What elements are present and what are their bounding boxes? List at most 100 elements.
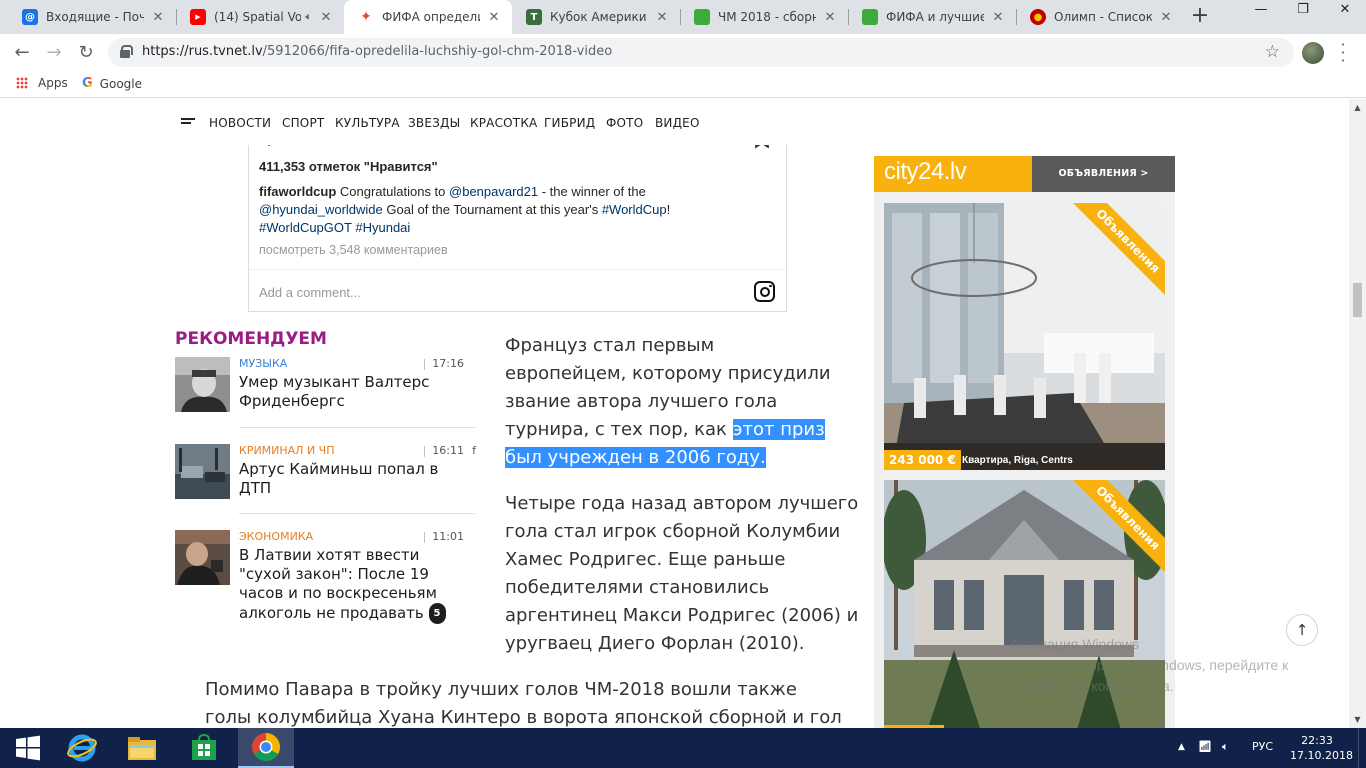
instagram-caption: fifaworldcup Congratulations to @benpava… — [259, 183, 719, 237]
green-square-icon — [862, 9, 878, 25]
category-label[interactable]: ЭКОНОМИКА — [239, 530, 313, 543]
hamburger-menu-icon[interactable] — [181, 118, 195, 127]
bookmark-label: Google — [99, 76, 142, 91]
new-tab-button[interactable]: + — [1188, 4, 1212, 28]
tab-mail[interactable]: @ Входящие - Почта ✕ — [8, 0, 176, 34]
at-icon: @ — [22, 9, 38, 25]
language-indicator[interactable]: РУС — [1252, 740, 1273, 753]
tab-fifa-best[interactable]: ФИФА и лучшие го ✕ — [848, 0, 1016, 34]
scroll-up-arrow-icon[interactable]: ▲ — [1353, 103, 1362, 112]
store-icon[interactable] — [176, 728, 232, 768]
bookmark-star-icon[interactable]: ☆ — [1265, 42, 1280, 62]
file-explorer-icon[interactable] — [114, 728, 170, 768]
tab-olymp[interactable]: ● Олимп - Список с ✕ — [1016, 0, 1184, 34]
instagram-icon[interactable] — [754, 281, 775, 302]
thumbnail-image[interactable] — [175, 444, 230, 499]
category-label[interactable]: КРИМИНАЛ И ЧП — [239, 444, 335, 457]
bookmark-apps[interactable]: Apps — [16, 76, 68, 90]
tvnet-icon: ✦ — [360, 9, 372, 25]
tab-copa[interactable]: T Кубок Америки 20 ✕ — [512, 0, 680, 34]
divider — [239, 427, 475, 428]
restore-button[interactable]: ❐ — [1282, 0, 1324, 22]
windows-logo-icon — [16, 735, 40, 761]
nav-stars[interactable]: ЗВЕЗДЫ — [408, 116, 460, 130]
tab-wc2018[interactable]: ЧМ 2018 - сборна ✕ — [680, 0, 848, 34]
scroll-down-arrow-icon[interactable]: ▼ — [1353, 715, 1362, 724]
recommend-item[interactable]: МУЗЫКА 17:16 Умер музыкант Валтерс Фриде… — [175, 357, 476, 427]
recommend-item[interactable]: КРИМИНАЛ И ЧП 16:11 f Артус Кайминьш поп… — [175, 444, 476, 514]
close-icon[interactable]: ✕ — [1158, 10, 1174, 25]
nav-culture[interactable]: КУЛЬТУРА — [335, 116, 400, 130]
recommend-item[interactable]: ЭКОНОМИКА 11:01 В Латвии хотят ввести "с… — [175, 530, 476, 630]
mention-link[interactable]: @benpavard21 — [449, 184, 538, 199]
start-button[interactable] — [0, 728, 56, 768]
close-icon[interactable]: ✕ — [822, 10, 838, 25]
headline[interactable]: В Латвии хотят ввести "сухой закон": Пос… — [239, 546, 471, 624]
headline[interactable]: Артус Кайминьш попал в ДТП — [239, 460, 471, 498]
network-icon[interactable]: 📶︎ — [1198, 740, 1212, 753]
caption-text: Goal of the Tournament at this year's — [382, 202, 602, 217]
instagram-add-comment[interactable]: Add a comment... — [259, 285, 361, 300]
close-icon[interactable]: ✕ — [486, 10, 502, 25]
back-icon[interactable]: ← — [10, 41, 34, 65]
tab-title: ФИФА и лучшие го — [886, 10, 984, 24]
headline[interactable]: Умер музыкант Валтерс Фриденбергс — [239, 373, 471, 411]
instagram-user[interactable]: fifaworldcup — [259, 184, 336, 199]
nav-video[interactable]: ВИДЕО — [655, 116, 700, 130]
hashtag-link[interactable]: #Hyundai — [355, 220, 410, 235]
internet-explorer-icon[interactable] — [54, 728, 110, 768]
tab-title: (14) Spatial Voi — [214, 10, 302, 24]
activation-text: Чтобы активировать Windows, перейдите к … — [1008, 657, 1289, 694]
hashtag-link[interactable]: #WorldCupGOT — [259, 220, 352, 235]
close-icon[interactable]: ✕ — [990, 10, 1006, 25]
price-tag: 243 000 € — [884, 450, 961, 470]
thumbnail-image[interactable] — [175, 357, 230, 412]
speaker-icon[interactable]: 🔈︎ — [305, 10, 312, 24]
tab-fifa-active[interactable]: ✦ ФИФА определила ✕ — [344, 0, 512, 34]
article-paragraph: Помимо Павара в тройку лучших голов ЧМ-2… — [205, 679, 842, 728]
close-icon[interactable]: ✕ — [150, 10, 166, 25]
facebook-icon[interactable]: f — [472, 444, 476, 457]
system-clock[interactable]: 22:33 17.10.2018 — [1290, 733, 1353, 763]
nav-hybrid[interactable]: ГИБРИД — [544, 116, 595, 130]
ads-link[interactable]: ОБЪЯВЛЕНИЯ > — [1032, 156, 1175, 192]
bookmark-label: Apps — [38, 76, 68, 90]
category-label[interactable]: МУЗЫКА — [239, 357, 287, 370]
page-scrollbar[interactable]: ▲ ▼ — [1349, 99, 1366, 728]
nav-photo[interactable]: ФОТО — [606, 116, 643, 130]
chrome-taskbar-icon[interactable] — [238, 728, 294, 768]
page-viewport: 411,353 отметок "Нравится" fifaworldcup … — [0, 99, 1349, 728]
comment-count-badge[interactable]: 5 — [428, 603, 446, 624]
menu-dots-icon[interactable]: · · · — [1336, 37, 1350, 69]
mention-link[interactable]: @hyundai_worldwide — [259, 202, 383, 217]
profile-avatar[interactable] — [1302, 42, 1324, 64]
ad-listing[interactable]: Объявления 243 000 € Квартира, Riga, Cen… — [884, 203, 1165, 470]
reload-icon[interactable]: ↻ — [74, 41, 98, 65]
nav-news[interactable]: НОВОСТИ — [209, 116, 271, 130]
bookmark-google[interactable]: G Google — [82, 76, 142, 91]
volume-icon[interactable]: 🔈︎ — [1222, 740, 1229, 754]
close-icon[interactable]: ✕ — [318, 10, 334, 25]
timestamp: 17:16 — [423, 357, 464, 370]
close-icon[interactable]: ✕ — [654, 10, 670, 25]
browser-toolbar: ← → ↻ https://rus.tvnet.lv/5912066/fifa-… — [0, 34, 1366, 72]
tray-expand-icon[interactable]: ▲ — [1178, 742, 1185, 752]
nav-sport[interactable]: СПОРТ — [282, 116, 324, 130]
city24-logo[interactable]: city24.lv — [874, 156, 1032, 192]
forward-icon[interactable]: → — [42, 41, 66, 65]
site-nav: НОВОСТИ СПОРТ КУЛЬТУРА ЗВЕЗДЫ КРАСОТКА Г… — [0, 99, 1349, 145]
tab-youtube[interactable]: ▶ (14) Spatial Voi 🔈︎ ✕ — [176, 0, 344, 34]
address-bar[interactable]: https://rus.tvnet.lv/5912066/fifa-oprede… — [108, 38, 1294, 67]
scroll-thumb[interactable] — [1353, 283, 1362, 317]
hashtag-link[interactable]: #WorldCup — [602, 202, 667, 217]
caption-text: ! — [666, 202, 671, 217]
url-text[interactable]: https://rus.tvnet.lv/5912066/fifa-oprede… — [142, 44, 612, 59]
show-desktop-button[interactable] — [1358, 728, 1366, 768]
minimize-button[interactable]: — — [1240, 0, 1282, 22]
nav-beauty[interactable]: КРАСОТКА — [470, 116, 537, 130]
divider — [249, 269, 786, 270]
olymp-icon: ● — [1030, 9, 1046, 25]
instagram-view-comments[interactable]: посмотреть 3,548 комментариев — [259, 243, 448, 257]
close-window-button[interactable]: ✕ — [1324, 0, 1366, 22]
thumbnail-image[interactable] — [175, 530, 230, 585]
